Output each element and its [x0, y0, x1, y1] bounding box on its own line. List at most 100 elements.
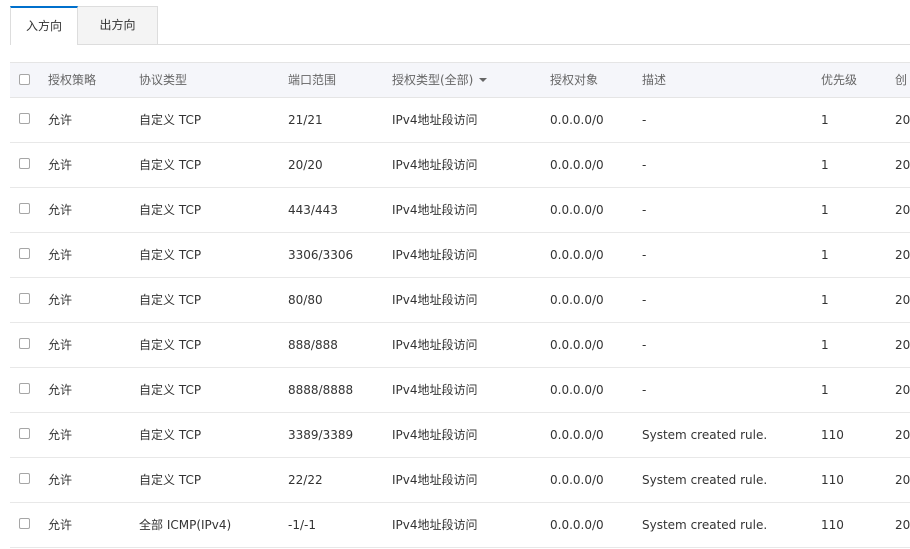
table-row: 允许 自定义 TCP 3389/3389 IPv4地址段访问 0.0.0.0/0 Syst… [10, 413, 910, 458]
cell-description: - [642, 338, 647, 352]
cell-policy: 允许 [48, 473, 73, 487]
cell-priority: 1 [821, 203, 829, 217]
tab-outbound[interactable]: 出方向 [78, 6, 158, 44]
cell-priority: 1 [821, 158, 829, 172]
cell-auth-type: IPv4地址段访问 [392, 518, 478, 532]
cell-port-range: 8888/8888 [288, 383, 354, 397]
row-checkbox[interactable] [19, 518, 30, 529]
cell-port-range: 3389/3389 [288, 428, 354, 442]
cell-port-range: 3306/3306 [288, 248, 354, 262]
table-row: 允许 自定义 TCP 888/888 IPv4地址段访问 0.0.0.0/0 - 1 20 [10, 323, 910, 368]
cell-port-range: 20/20 [288, 158, 323, 172]
column-header-protocol: 协议类型 [139, 73, 188, 87]
cell-priority: 110 [821, 518, 844, 532]
cell-policy: 允许 [48, 428, 73, 442]
column-header-description: 描述 [642, 73, 667, 87]
cell-created: 20 [895, 473, 910, 487]
cell-port-range: 21/21 [288, 113, 323, 127]
row-checkbox[interactable] [19, 428, 30, 439]
table-row: 允许 自定义 TCP 21/21 IPv4地址段访问 0.0.0.0/0 - 1 20 [10, 98, 910, 143]
cell-port-range: 22/22 [288, 473, 323, 487]
cell-priority: 110 [821, 428, 844, 442]
select-all-checkbox[interactable] [19, 74, 30, 85]
table-body: 允许 自定义 TCP 21/21 IPv4地址段访问 0.0.0.0/0-1 20 允许 自定… [10, 98, 910, 548]
cell-protocol: 自定义 TCP [139, 383, 202, 397]
cell-protocol: 自定义 TCP [139, 338, 202, 352]
cell-auth-type: IPv4地址段访问 [392, 338, 478, 352]
cell-auth-type: IPv4地址段访问 [392, 158, 478, 172]
cell-policy: 允许 [48, 293, 73, 307]
cell-created: 20 [895, 428, 910, 442]
cell-protocol: 自定义 TCP [139, 248, 202, 262]
row-checkbox[interactable] [19, 113, 30, 124]
table-row: 允许 自定义 TCP 443/443 IPv4地址段访问 0.0.0.0/0 - 1 20 [10, 188, 910, 233]
cell-policy: 允许 [48, 383, 73, 397]
cell-description: - [642, 383, 647, 397]
table-row: 允许 自定义 TCP 3306/3306 IPv4地址段访问 0.0.0.0/0 - 1 20 [10, 233, 910, 278]
column-header-policy: 授权策略 [48, 73, 97, 87]
cell-description: System created rule. [642, 473, 768, 487]
cell-created: 20 [895, 293, 910, 307]
cell-protocol: 自定义 TCP [139, 473, 202, 487]
cell-created: 20 [895, 338, 910, 352]
cell-auth-object: 0.0.0.0/0 [550, 158, 604, 172]
cell-created: 20 [895, 158, 910, 172]
row-checkbox[interactable] [19, 203, 30, 214]
cell-policy: 允许 [48, 113, 73, 127]
row-checkbox[interactable] [19, 293, 30, 304]
cell-protocol: 自定义 TCP [139, 203, 202, 217]
cell-description: - [642, 248, 647, 262]
cell-description: - [642, 113, 647, 127]
cell-created: 20 [895, 383, 910, 397]
cell-policy: 允许 [48, 158, 73, 172]
row-checkbox[interactable] [19, 248, 30, 259]
cell-auth-type: IPv4地址段访问 [392, 383, 478, 397]
cell-description: System created rule. [642, 518, 768, 532]
cell-port-range: 888/888 [288, 338, 338, 352]
cell-policy: 允许 [48, 248, 73, 262]
column-header-auth-type: 授权类型(全部) [392, 73, 474, 87]
cell-policy: 允许 [48, 338, 73, 352]
tabs-divider [10, 44, 910, 45]
table-row: 允许 自定义 TCP 22/22 IPv4地址段访问 0.0.0.0/0 System c… [10, 458, 910, 503]
cell-auth-type: IPv4地址段访问 [392, 248, 478, 262]
table-row: 允许 自定义 TCP 20/20 IPv4地址段访问 0.0.0.0/0 - 1 20 [10, 143, 910, 188]
direction-tabs: 入方向 出方向 [10, 6, 910, 45]
cell-policy: 允许 [48, 203, 73, 217]
auth-type-filter[interactable]: 授权类型(全部) [392, 63, 488, 98]
cell-auth-object: 0.0.0.0/0 [550, 428, 604, 442]
cell-priority: 1 [821, 248, 829, 262]
column-header-port-range: 端口范围 [288, 73, 337, 87]
cell-auth-object: 0.0.0.0/0 [550, 518, 604, 532]
tab-inbound[interactable]: 入方向 [10, 6, 78, 45]
cell-priority: 1 [821, 113, 829, 127]
cell-description: - [642, 293, 647, 307]
cell-priority: 110 [821, 473, 844, 487]
row-checkbox[interactable] [19, 158, 30, 169]
cell-auth-object: 0.0.0.0/0 [550, 203, 604, 217]
cell-created: 20 [895, 113, 910, 127]
cell-created: 20 [895, 518, 910, 532]
cell-port-range: 443/443 [288, 203, 338, 217]
column-header-priority: 优先级 [821, 73, 858, 87]
cell-port-range: 80/80 [288, 293, 323, 307]
cell-port-range: -1/-1 [288, 518, 316, 532]
cell-policy: 允许 [48, 518, 73, 532]
table-row: 允许 自定义 TCP 80/80 IPv4地址段访问 0.0.0.0/0 - 1 20 [10, 278, 910, 323]
security-group-rules-table: 授权策略 协议类型 端口范围 授权类型(全部) 授权对象 描述 优先级 创 允许… [10, 62, 910, 548]
cell-priority: 1 [821, 338, 829, 352]
cell-protocol: 全部 ICMP(IPv4) [139, 518, 232, 532]
table-header: 授权策略 协议类型 端口范围 授权类型(全部) 授权对象 描述 优先级 创 [10, 62, 910, 98]
column-header-auth-object: 授权对象 [550, 73, 599, 87]
row-checkbox[interactable] [19, 473, 30, 484]
cell-protocol: 自定义 TCP [139, 158, 202, 172]
cell-auth-type: IPv4地址段访问 [392, 473, 478, 487]
cell-protocol: 自定义 TCP [139, 428, 202, 442]
row-checkbox[interactable] [19, 383, 30, 394]
caret-down-icon [479, 78, 488, 82]
cell-auth-object: 0.0.0.0/0 [550, 113, 604, 127]
cell-description: - [642, 158, 647, 172]
table-row: 允许 全部 ICMP(IPv4) -1/-1 IPv4地址段访问 0.0.0.0/0 Sy… [10, 503, 910, 548]
cell-priority: 1 [821, 383, 829, 397]
row-checkbox[interactable] [19, 338, 30, 349]
